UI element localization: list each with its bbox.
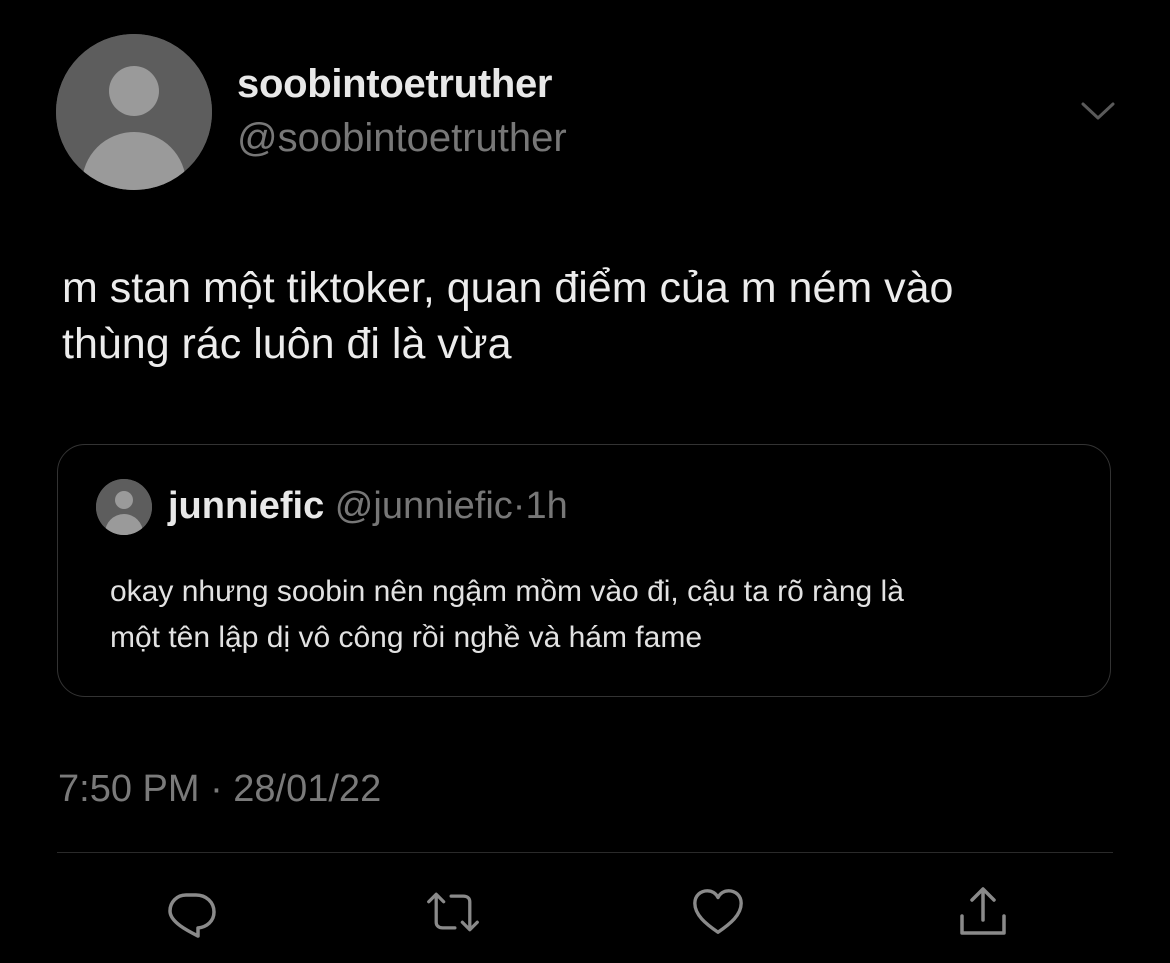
default-avatar-icon bbox=[56, 34, 212, 190]
quoted-tweet-text: okay nhưng soobin nên ngậm mồm vào đi, c… bbox=[110, 569, 1090, 661]
quoted-text-line: okay nhưng soobin nên ngậm mồm vào đi, c… bbox=[110, 575, 904, 608]
quoted-tweet[interactable]: junniefic @junniefic·1h okay nhưng soobi… bbox=[57, 444, 1111, 697]
tweet-text-line: thùng rác luôn đi là vừa bbox=[62, 320, 512, 368]
quoted-tweet-header: junniefic @junniefic·1h bbox=[168, 485, 568, 528]
reply-button[interactable] bbox=[163, 884, 219, 940]
share-button[interactable] bbox=[955, 884, 1011, 940]
retweet-icon bbox=[427, 892, 479, 932]
quoted-author-handle: @junniefic bbox=[334, 485, 513, 527]
divider bbox=[57, 852, 1113, 853]
author-avatar[interactable] bbox=[56, 34, 212, 190]
quoted-author-display-name: junniefic bbox=[168, 485, 325, 527]
quoted-author-avatar bbox=[96, 479, 152, 535]
reply-icon bbox=[168, 893, 216, 938]
tweet-timestamp[interactable]: 7:50 PM · 28/01/22 bbox=[58, 768, 381, 811]
default-avatar-icon bbox=[96, 479, 152, 535]
author-handle[interactable]: @soobintoetruther bbox=[237, 116, 567, 161]
retweet-button[interactable] bbox=[425, 884, 481, 940]
separator-dot: · bbox=[512, 485, 526, 527]
quoted-text-line: một tên lập dị vô công rồi nghề và hám f… bbox=[110, 621, 703, 654]
quoted-tweet-time: 1h bbox=[525, 485, 568, 527]
heart-icon bbox=[693, 889, 743, 934]
tweet-text-line: m stan một tiktoker, quan điểm của m ném… bbox=[62, 264, 954, 312]
share-icon bbox=[960, 887, 1006, 935]
like-button[interactable] bbox=[690, 884, 746, 940]
tweet-text: m stan một tiktoker, quan điểm của m ném… bbox=[62, 260, 1142, 372]
tweet-detail: soobintoetruther @soobintoetruther m sta… bbox=[0, 0, 1170, 963]
chevron-down-icon[interactable] bbox=[1078, 96, 1118, 126]
author-display-name[interactable]: soobintoetruther bbox=[237, 62, 552, 107]
